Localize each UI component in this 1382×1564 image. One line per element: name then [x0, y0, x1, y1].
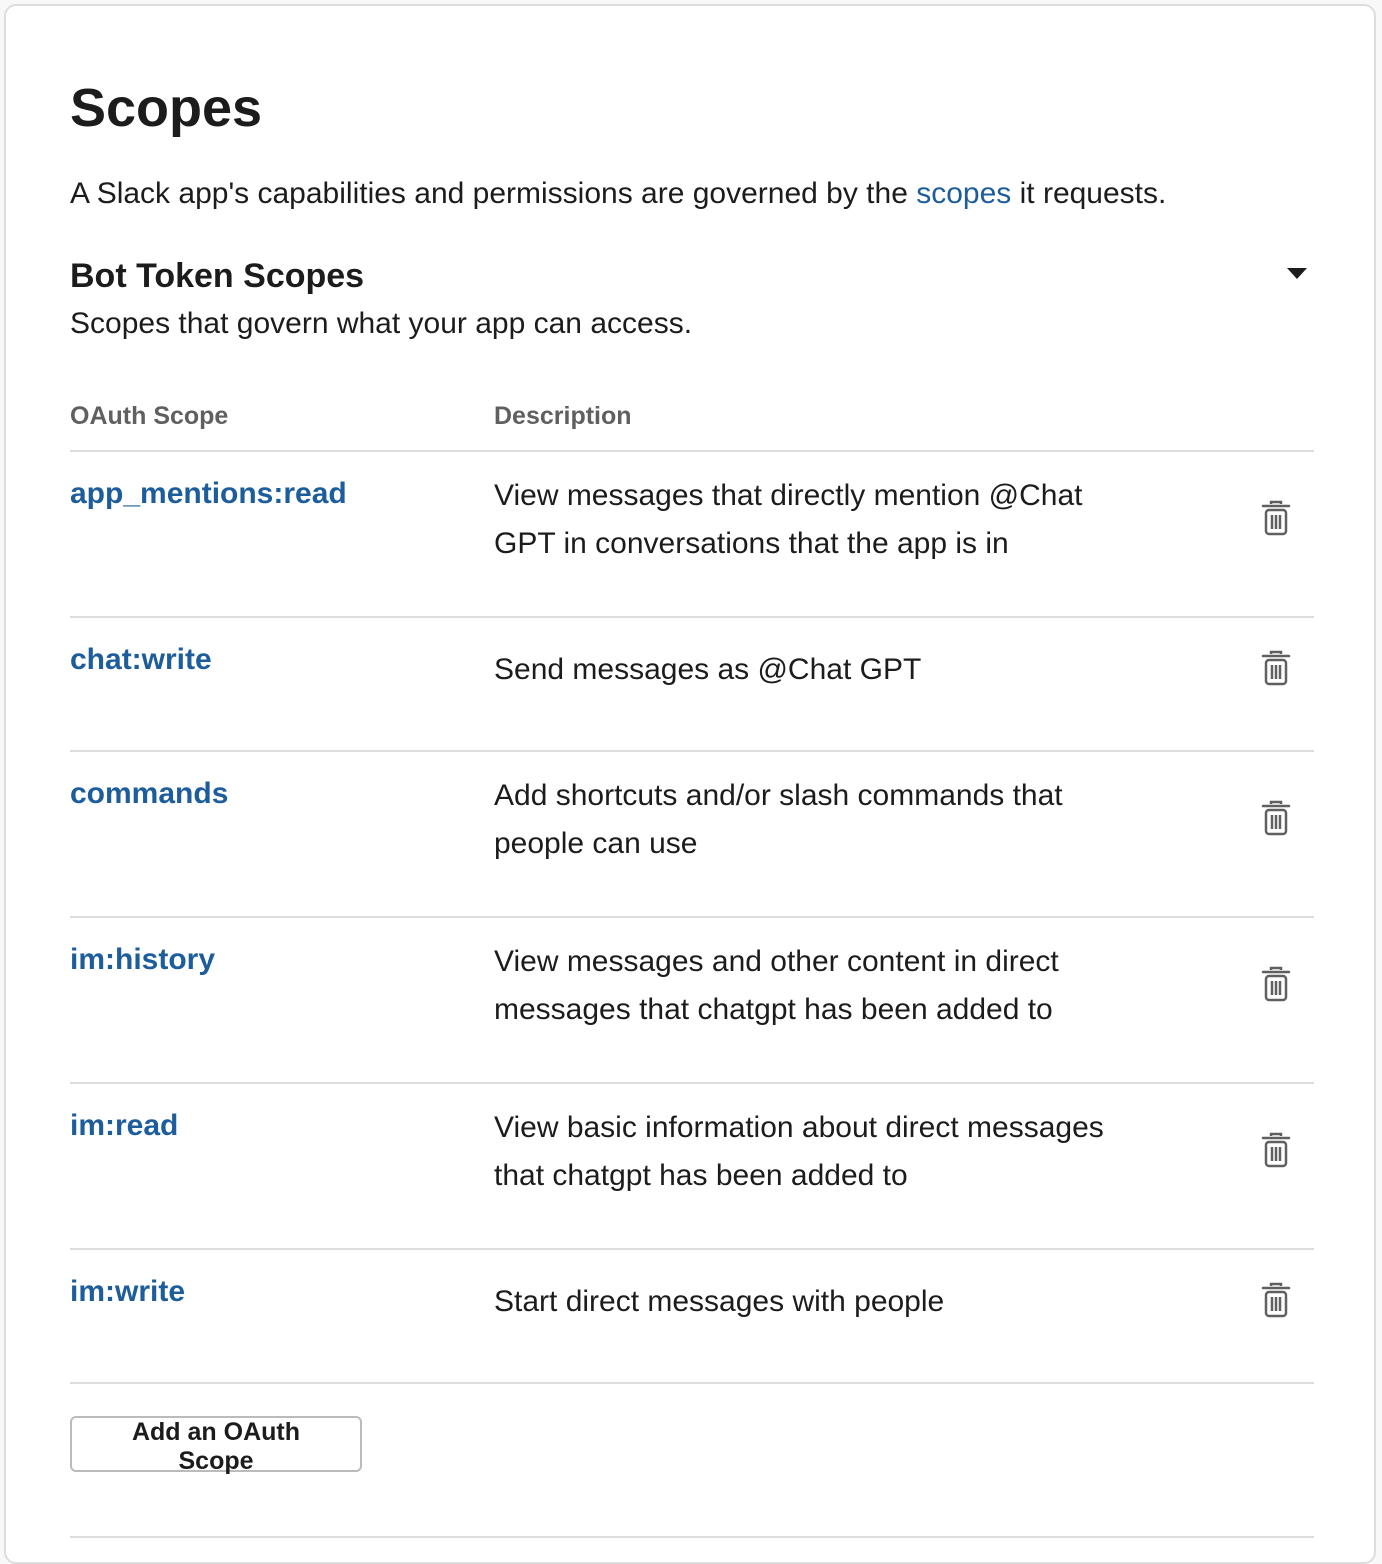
delete-scope-button[interactable] — [1258, 1280, 1294, 1320]
intro-text-after: it requests. — [1011, 177, 1167, 210]
delete-scope-button[interactable] — [1258, 498, 1294, 538]
trash-icon — [1261, 650, 1291, 686]
section-title: Bot Token Scopes — [70, 257, 365, 295]
scope-description: View basic information about direct mess… — [494, 1111, 1104, 1192]
scope-row: app_mentions:read View messages that dir… — [70, 452, 1314, 618]
delete-scope-button[interactable] — [1258, 1130, 1294, 1170]
intro-text-before: A Slack app's capabilities and permissio… — [70, 177, 917, 210]
scope-row: im:write Start direct messages with peop… — [70, 1250, 1314, 1384]
scope-description: Add shortcuts and/or slash commands that… — [494, 779, 1063, 860]
collapse-toggle[interactable] — [1282, 262, 1312, 286]
scope-row: commands Add shortcuts and/or slash comm… — [70, 752, 1314, 918]
scope-description: Send messages as @Chat GPT — [494, 653, 922, 686]
scope-description: View messages that directly mention @Cha… — [494, 479, 1083, 560]
scope-row: chat:write Send messages as @Chat GPT — [70, 618, 1314, 752]
scope-name[interactable]: app_mentions:read — [70, 472, 347, 516]
trash-icon — [1261, 1282, 1291, 1318]
scope-name[interactable]: commands — [70, 772, 228, 816]
scope-row: im:read View basic information about dir… — [70, 1084, 1314, 1250]
trash-icon — [1261, 800, 1291, 836]
column-header-scope: OAuth Scope — [70, 402, 229, 430]
trash-icon — [1261, 1132, 1291, 1168]
trash-icon — [1261, 966, 1291, 1002]
section-subtitle: Scopes that govern what your app can acc… — [70, 307, 693, 340]
scope-description: View messages and other content in direc… — [494, 945, 1059, 1026]
intro-text: A Slack app's capabilities and permissio… — [70, 174, 1166, 214]
caret-down-icon — [1287, 268, 1307, 279]
scopes-card: Scopes A Slack app's capabilities and pe… — [4, 4, 1376, 1564]
scope-name[interactable]: chat:write — [70, 638, 212, 682]
trash-icon — [1261, 500, 1291, 536]
scope-name[interactable]: im:history — [70, 938, 215, 982]
add-oauth-scope-button[interactable]: Add an OAuth Scope — [70, 1416, 362, 1475]
page-title: Scopes — [70, 78, 263, 138]
delete-scope-button[interactable] — [1258, 964, 1294, 1004]
scope-description: Start direct messages with people — [494, 1285, 945, 1318]
scope-name[interactable]: im:write — [70, 1270, 185, 1314]
scope-row: im:history View messages and other conte… — [70, 918, 1314, 1084]
scope-name[interactable]: im:read — [70, 1104, 178, 1148]
table-header: OAuth Scope Description — [70, 398, 1314, 452]
scopes-link[interactable]: scopes — [916, 177, 1011, 210]
delete-scope-button[interactable] — [1258, 648, 1294, 688]
column-header-description: Description — [494, 402, 632, 430]
delete-scope-button[interactable] — [1258, 798, 1294, 838]
